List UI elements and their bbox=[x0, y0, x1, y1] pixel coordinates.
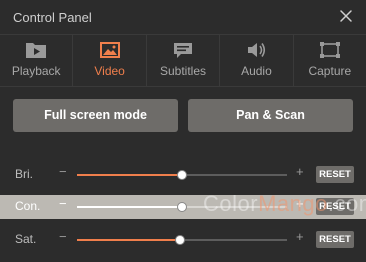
close-icon[interactable] bbox=[338, 8, 354, 24]
contrast-slider-thumb[interactable] bbox=[177, 202, 187, 212]
window-title: Control Panel bbox=[13, 10, 92, 25]
tab-bar: Playback Video Subtitles Audio Capture bbox=[0, 34, 366, 87]
colormango-watermark: ColorMango.com bbox=[203, 191, 366, 217]
watermark-right: .com bbox=[327, 191, 366, 216]
watermark-left: Color bbox=[203, 191, 259, 216]
audio-speaker-icon bbox=[248, 43, 266, 57]
saturation-reset-button[interactable]: RESET bbox=[316, 231, 354, 248]
saturation-slider[interactable] bbox=[77, 235, 287, 245]
tab-label: Capture bbox=[308, 64, 352, 78]
saturation-label: Sat. bbox=[15, 232, 37, 246]
saturation-slider-thumb[interactable] bbox=[174, 235, 185, 245]
contrast-slider-fill bbox=[77, 206, 182, 208]
full-screen-mode-button[interactable]: Full screen mode bbox=[13, 99, 178, 132]
saturation-increase-button[interactable]: + bbox=[296, 229, 304, 244]
tab-playback[interactable]: Playback bbox=[0, 35, 74, 86]
brightness-row: Bri. − + RESET bbox=[0, 163, 366, 187]
tab-video[interactable]: Video bbox=[73, 35, 147, 86]
tab-label: Subtitles bbox=[160, 64, 207, 78]
tab-capture[interactable]: Capture bbox=[294, 35, 366, 86]
brightness-reset-button[interactable]: RESET bbox=[316, 166, 354, 183]
title-bar: Control Panel bbox=[0, 0, 366, 34]
watermark-mid: Mango bbox=[258, 191, 328, 216]
saturation-slider-fill bbox=[77, 239, 180, 241]
control-panel-window: Control Panel Playback Video Subtitles A… bbox=[0, 0, 366, 262]
brightness-increase-button[interactable]: + bbox=[296, 164, 304, 179]
tab-subtitles[interactable]: Subtitles bbox=[147, 35, 221, 86]
brightness-slider[interactable] bbox=[77, 170, 287, 180]
subtitles-icon bbox=[174, 43, 193, 58]
tab-label: Playback bbox=[11, 64, 61, 78]
contrast-label: Con. bbox=[15, 199, 41, 213]
video-image-icon bbox=[99, 42, 120, 58]
brightness-label: Bri. bbox=[15, 167, 33, 181]
saturation-row: Sat. − + RESET bbox=[0, 228, 366, 252]
playback-folder-icon bbox=[26, 43, 47, 58]
brightness-slider-thumb[interactable] bbox=[177, 170, 187, 180]
saturation-decrease-button[interactable]: − bbox=[59, 229, 67, 244]
tab-audio[interactable]: Audio bbox=[220, 35, 294, 86]
brightness-decrease-button[interactable]: − bbox=[59, 164, 67, 179]
tab-label: Audio bbox=[241, 64, 272, 78]
tab-label: Video bbox=[94, 64, 125, 78]
capture-frame-icon bbox=[319, 42, 340, 58]
pan-scan-button[interactable]: Pan & Scan bbox=[188, 99, 353, 132]
contrast-decrease-button[interactable]: − bbox=[59, 196, 67, 211]
brightness-slider-fill bbox=[77, 174, 182, 176]
